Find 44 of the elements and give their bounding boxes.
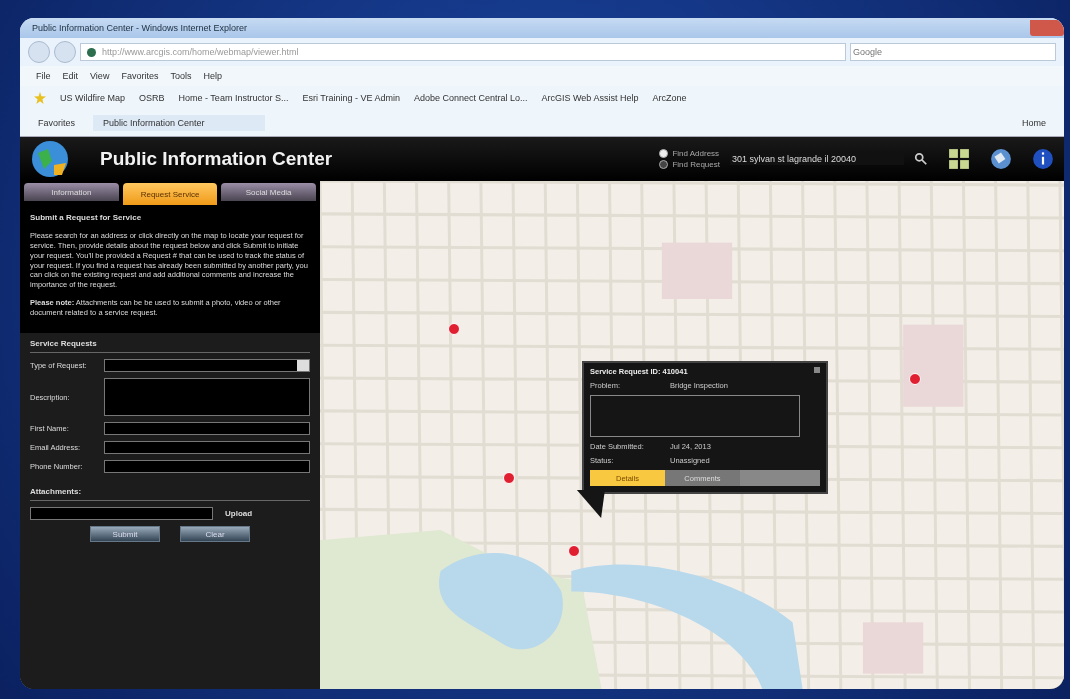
menu-item[interactable]: Edit (62, 71, 79, 81)
input-field[interactable] (104, 441, 310, 455)
attachments-label: Attachments: (30, 479, 310, 502)
favorite-link[interactable]: US Wildfire Map (60, 93, 125, 103)
favorite-link[interactable]: Home - Team Instructor S... (178, 93, 289, 103)
search-mode-option[interactable]: Find Address (659, 149, 720, 158)
menu-item[interactable]: Favorites (121, 71, 159, 81)
panel-tab[interactable]: Information (24, 183, 119, 201)
section-heading: Service Requests (30, 339, 310, 354)
search-icon[interactable] (914, 152, 928, 166)
search-field[interactable]: Google (850, 43, 1056, 61)
browser-tab[interactable]: Public Information Center (93, 115, 265, 131)
favorite-link[interactable]: Adobe Connect Central Lo... (413, 93, 528, 103)
panel-tab[interactable]: Social Media (221, 183, 316, 201)
panel-tab[interactable]: Request Service (122, 183, 218, 205)
file-field[interactable] (30, 507, 213, 521)
form-button[interactable]: Submit (90, 526, 160, 543)
home-button[interactable]: Home (1022, 118, 1046, 128)
favorite-link[interactable]: ArcZone (652, 93, 687, 103)
panel-heading: Submit a Request for Service (30, 213, 143, 224)
menu-item[interactable]: View (90, 71, 110, 81)
star-icon[interactable] (34, 92, 46, 104)
favorite-link[interactable]: ArcGIS Web Assist Help (541, 93, 639, 103)
input-field[interactable] (104, 460, 310, 474)
favorite-link[interactable]: OSRB (139, 93, 165, 103)
globe-icon[interactable] (990, 148, 1012, 170)
window-title: Public Information Center - Windows Internet Explorer (32, 23, 248, 33)
upload-button[interactable]: Upload (219, 508, 259, 520)
favorite-link[interactable]: Esri Training - VE Admin (302, 93, 400, 103)
description-field[interactable] (104, 378, 310, 417)
grid-icon[interactable] (948, 148, 970, 170)
menu-item[interactable]: File (36, 71, 51, 81)
globe-icon (30, 139, 70, 179)
app-title: Public Information Center (100, 148, 334, 170)
close-button[interactable] (1030, 20, 1064, 36)
form-button[interactable]: Clear (180, 526, 250, 543)
info-icon[interactable] (1032, 148, 1054, 170)
favorites-button[interactable]: Favorites (38, 118, 75, 128)
menu-item[interactable]: Tools (170, 71, 192, 81)
menu-item[interactable]: Help (203, 71, 222, 81)
address-search-field[interactable]: 301 sylvan st lagrande il 20040 (730, 153, 904, 165)
input-field[interactable] (104, 422, 310, 436)
request-type-dropdown[interactable] (104, 359, 310, 373)
search-mode-option[interactable]: Find Request (659, 160, 720, 169)
